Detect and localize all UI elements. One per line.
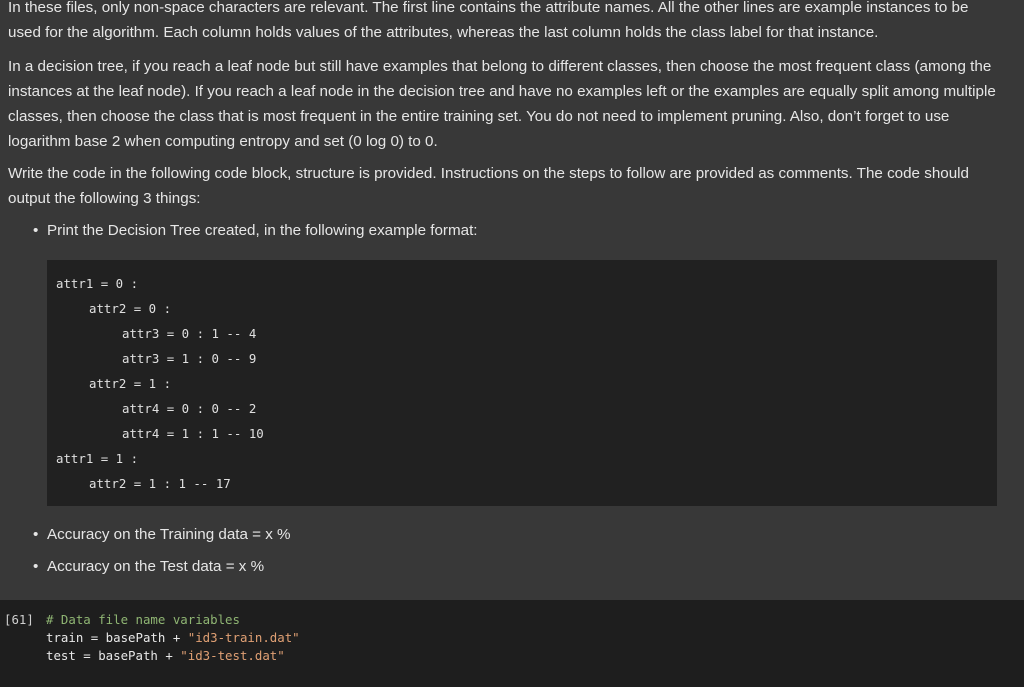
execution-count: [61] (4, 612, 34, 627)
bullet-dot: • (33, 222, 39, 239)
code-string: "id3-train.dat" (187, 630, 300, 645)
tree-line: attr1 = 0 : (56, 276, 139, 291)
bullet-training-accuracy: • Accuracy on the Training data = x % (33, 522, 291, 547)
tree-line: attr3 = 1 : 0 -- 9 (122, 351, 257, 366)
paragraph-instructions: Write the code in the following code blo… (8, 165, 969, 207)
bullet-label: Print the Decision Tree created, in the … (47, 222, 478, 239)
paragraph-decision-tree-rules: In a decision tree, if you reach a leaf … (8, 58, 996, 150)
code-text: test = basePath + (46, 648, 181, 663)
tree-line: attr2 = 1 : (89, 376, 172, 391)
code-comment[interactable]: # Data file name variables (46, 612, 240, 628)
bullet-dot: • (33, 526, 39, 543)
bullet-label: Accuracy on the Test data = x % (47, 558, 265, 575)
tree-line: attr2 = 1 : 1 -- 17 (89, 476, 231, 491)
paragraph-file-format: In these files, only non-space character… (8, 0, 969, 41)
tree-example-block: attr1 = 0 : attr2 = 0 : attr3 = 0 : 1 --… (47, 260, 997, 506)
tree-line: attr2 = 0 : (89, 301, 172, 316)
code-text: train = basePath + (46, 630, 188, 645)
tree-line: attr3 = 0 : 1 -- 4 (122, 326, 257, 341)
code-string: "id3-test.dat" (180, 648, 285, 663)
tree-line: attr4 = 0 : 0 -- 2 (122, 401, 257, 416)
code-line-train[interactable]: train = basePath + "id3-train.dat" (46, 630, 300, 646)
code-line-test[interactable]: test = basePath + "id3-test.dat" (46, 648, 285, 664)
bullet-label: Accuracy on the Training data = x % (47, 526, 291, 543)
tree-line: attr4 = 1 : 1 -- 10 (122, 426, 264, 441)
bullet-print-tree: • Print the Decision Tree created, in the… (33, 218, 478, 243)
markdown-cell[interactable]: In these files, only non-space character… (0, 0, 1024, 596)
bullet-test-accuracy: • Accuracy on the Test data = x % (33, 554, 264, 579)
bullet-dot: • (33, 558, 39, 575)
tree-line: attr1 = 1 : (56, 451, 139, 466)
code-cell[interactable]: [61] # Data file name variables train = … (0, 600, 1024, 687)
